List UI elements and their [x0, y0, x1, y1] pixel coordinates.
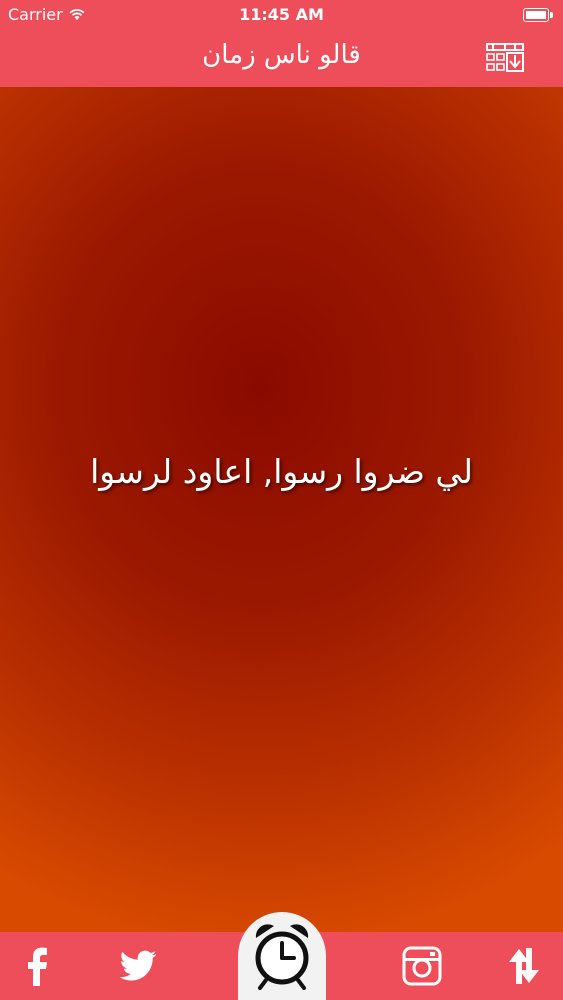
alarm-button[interactable] [238, 912, 326, 1000]
facebook-share-button[interactable] [16, 944, 60, 988]
status-bar: Carrier 11:45 AM [0, 0, 563, 30]
navigation-bar: قالو ناس زمان [0, 30, 563, 87]
shuffle-arrows-icon [509, 948, 539, 984]
status-time: 11:45 AM [239, 5, 324, 24]
facebook-icon [28, 947, 47, 986]
shuffle-button[interactable] [502, 944, 546, 988]
grid-download-button[interactable] [485, 42, 525, 76]
alarm-clock-icon [255, 924, 309, 990]
twitter-share-button[interactable] [116, 944, 160, 988]
quote-area: لي ضروا رسوا, اعاود لرسوا [0, 87, 563, 932]
quote-text: لي ضروا رسوا, اعاود لرسوا [90, 452, 473, 491]
page-title: قالو ناس زمان [202, 40, 361, 70]
instagram-share-button[interactable] [400, 944, 444, 988]
twitter-icon [119, 950, 157, 981]
instagram-icon [402, 946, 442, 986]
grid-download-icon [486, 43, 524, 72]
battery-icon [523, 8, 553, 22]
